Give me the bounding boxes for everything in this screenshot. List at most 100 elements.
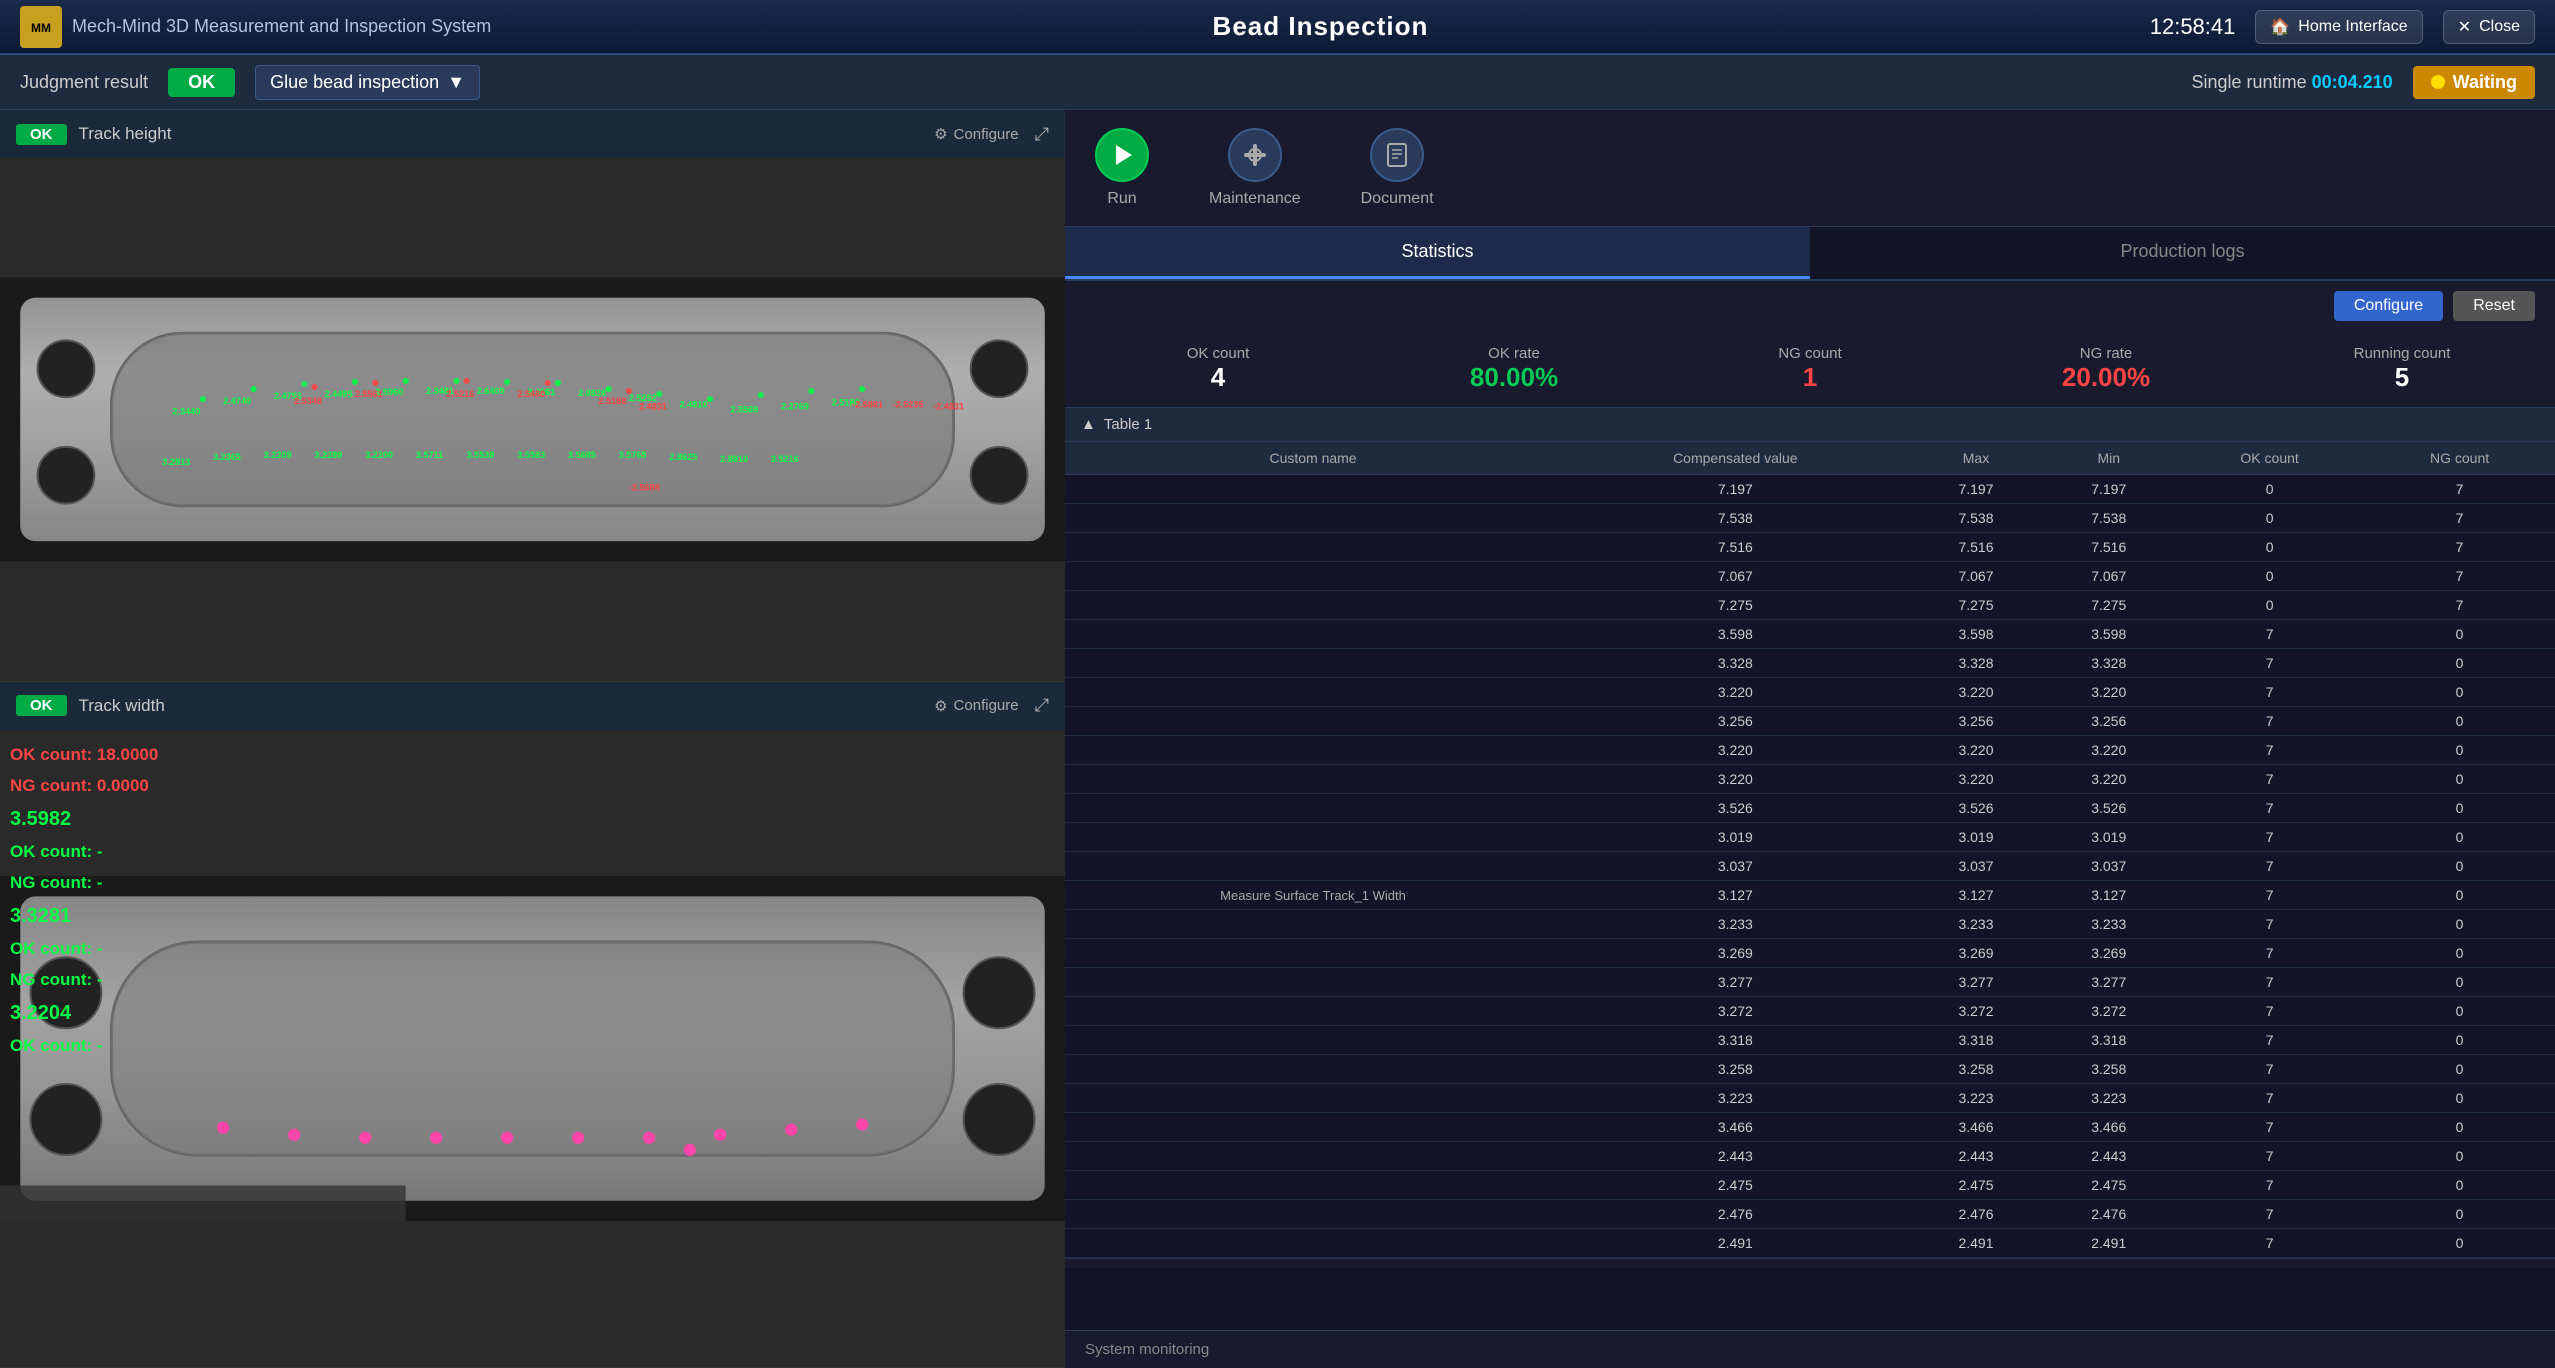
svg-text:2.4495: 2.4495 — [325, 389, 353, 399]
svg-text:2.2769: 2.2769 — [781, 401, 809, 411]
cell-custom-name — [1065, 823, 1561, 852]
glue-bead-dropdown[interactable]: Glue bead inspection ▼ — [255, 65, 480, 100]
svg-text:2.8810: 2.8810 — [720, 454, 748, 464]
cell-comp-value: 7.516 — [1561, 533, 1910, 562]
ng-count-stat: NG count 1 — [1677, 345, 1943, 393]
svg-text:2.5216: 2.5216 — [446, 389, 474, 399]
svg-text:2.4810: 2.4810 — [680, 399, 708, 409]
track-width-expand-btn[interactable]: ⤢ — [1035, 695, 1049, 716]
cell-max: 3.127 — [1910, 881, 2043, 910]
cell-min: 7.067 — [2042, 562, 2175, 591]
cell-custom-name — [1065, 649, 1561, 678]
cell-comp-value: 7.275 — [1561, 591, 1910, 620]
table-row: 3.4663.4663.46670 — [1065, 1113, 2555, 1142]
track-height-image: 2.3440 2.4740 2.4753 2.4495 2.5960 2.348… — [0, 158, 1065, 681]
track-height-configure-btn[interactable]: ⚙ Configure — [934, 125, 1019, 143]
cell-max: 7.197 — [1910, 475, 2043, 504]
home-interface-button[interactable]: 🏠 Home Interface — [2255, 10, 2422, 44]
track-width-configure-btn[interactable]: ⚙ Configure — [934, 697, 1019, 715]
svg-text:2.4831: 2.4831 — [639, 401, 667, 411]
cell-min: 3.220 — [2042, 765, 2175, 794]
document-label: Document — [1361, 190, 1434, 208]
cell-comp-value: 7.197 — [1561, 475, 1910, 504]
cell-custom-name — [1065, 620, 1561, 649]
table-row: 3.2233.2233.22370 — [1065, 1084, 2555, 1113]
svg-text:2.4740: 2.4740 — [223, 396, 251, 406]
track-width-stats: OK count: 18.0000 NG count: 0.0000 3.598… — [10, 740, 158, 1062]
table-row: 2.4752.4752.47570 — [1065, 1171, 2555, 1200]
cell-comp-value: 2.443 — [1561, 1142, 1910, 1171]
cell-ok-count: 7 — [2175, 678, 2364, 707]
cell-max: 3.223 — [1910, 1084, 2043, 1113]
svg-text:2.8625: 2.8625 — [669, 452, 697, 462]
cell-ok-count: 0 — [2175, 591, 2364, 620]
cell-custom-name — [1065, 968, 1561, 997]
cell-ng-count: 0 — [2364, 678, 2555, 707]
cell-comp-value: 3.223 — [1561, 1084, 1910, 1113]
cell-ng-count: 0 — [2364, 910, 2555, 939]
table-collapse-icon[interactable]: ▲ — [1081, 416, 1096, 433]
track-height-expand-btn[interactable]: ⤢ — [1035, 124, 1049, 145]
cell-min: 3.256 — [2042, 707, 2175, 736]
cell-comp-value: 2.491 — [1561, 1229, 1910, 1258]
cell-ng-count: 0 — [2364, 852, 2555, 881]
maintenance-icon-item[interactable]: Maintenance — [1209, 128, 1301, 208]
cell-custom-name — [1065, 591, 1561, 620]
cell-ok-count: 7 — [2175, 620, 2364, 649]
cell-ok-count: 7 — [2175, 1229, 2364, 1258]
col-comp-value: Compensated value — [1561, 442, 1910, 475]
cell-ok-count: 0 — [2175, 504, 2364, 533]
cell-comp-value: 3.269 — [1561, 939, 1910, 968]
cell-ng-count: 0 — [2364, 707, 2555, 736]
configure-stats-button[interactable]: Configure — [2334, 291, 2443, 321]
tab-bar: Statistics Production logs — [1065, 227, 2555, 281]
table-row: 3.2203.2203.22070 — [1065, 736, 2555, 765]
cell-custom-name — [1065, 475, 1561, 504]
waiting-dot — [2431, 75, 2445, 89]
table-row: 2.4762.4762.47670 — [1065, 1200, 2555, 1229]
page-title: Bead Inspection — [491, 11, 2150, 42]
data-table-container[interactable]: ▲ Table 1 Custom name Compensated value … — [1065, 408, 2555, 1330]
horizontal-scrollbar[interactable] — [1065, 1258, 2555, 1268]
cell-min: 3.258 — [2042, 1055, 2175, 1084]
cell-ng-count: 0 — [2364, 649, 2555, 678]
svg-text:2.3440: 2.3440 — [172, 406, 200, 416]
cell-min: 3.598 — [2042, 620, 2175, 649]
ok-count-stat: OK count 4 — [1085, 345, 1351, 393]
cell-comp-value: 3.272 — [1561, 997, 1910, 1026]
cell-max: 3.272 — [1910, 997, 2043, 1026]
svg-text:-2.5881: -2.5881 — [852, 399, 883, 409]
cell-ok-count: 7 — [2175, 1171, 2364, 1200]
close-button[interactable]: ✕ Close — [2443, 10, 2535, 44]
cell-comp-value: 3.220 — [1561, 765, 1910, 794]
tab-production-logs[interactable]: Production logs — [1810, 227, 2555, 279]
svg-text:MM: MM — [31, 21, 51, 35]
run-icon-item[interactable]: Run — [1095, 128, 1149, 208]
reset-stats-button[interactable]: Reset — [2453, 291, 2535, 321]
chevron-down-icon: ▼ — [447, 72, 465, 93]
cell-max: 3.233 — [1910, 910, 2043, 939]
svg-text:3.5538: 3.5538 — [467, 450, 495, 460]
document-icon-item[interactable]: Document — [1361, 128, 1434, 208]
table-row: 7.0677.0677.06707 — [1065, 562, 2555, 591]
cell-ok-count: 7 — [2175, 910, 2364, 939]
cell-custom-name — [1065, 533, 1561, 562]
cell-ng-count: 0 — [2364, 765, 2555, 794]
svg-text:3.5216: 3.5216 — [771, 454, 799, 464]
table-1-label: Table 1 — [1104, 416, 1152, 433]
tab-statistics[interactable]: Statistics — [1065, 227, 1810, 279]
cell-ng-count: 0 — [2364, 1113, 2555, 1142]
runtime-label: Single runtime 00:04.210 — [2192, 72, 2393, 93]
cell-ng-count: 0 — [2364, 736, 2555, 765]
run-icon — [1095, 128, 1149, 182]
logo-icon: MM — [20, 6, 62, 48]
cell-ok-count: 7 — [2175, 997, 2364, 1026]
running-count-value: 5 — [2395, 362, 2409, 393]
cell-min: 3.019 — [2042, 823, 2175, 852]
judgment-ok-badge: OK — [168, 68, 235, 97]
cell-ok-count: 7 — [2175, 765, 2364, 794]
cell-max: 3.598 — [1910, 620, 2043, 649]
cell-max: 3.037 — [1910, 852, 2043, 881]
col-min: Min — [2042, 442, 2175, 475]
cell-ok-count: 7 — [2175, 736, 2364, 765]
